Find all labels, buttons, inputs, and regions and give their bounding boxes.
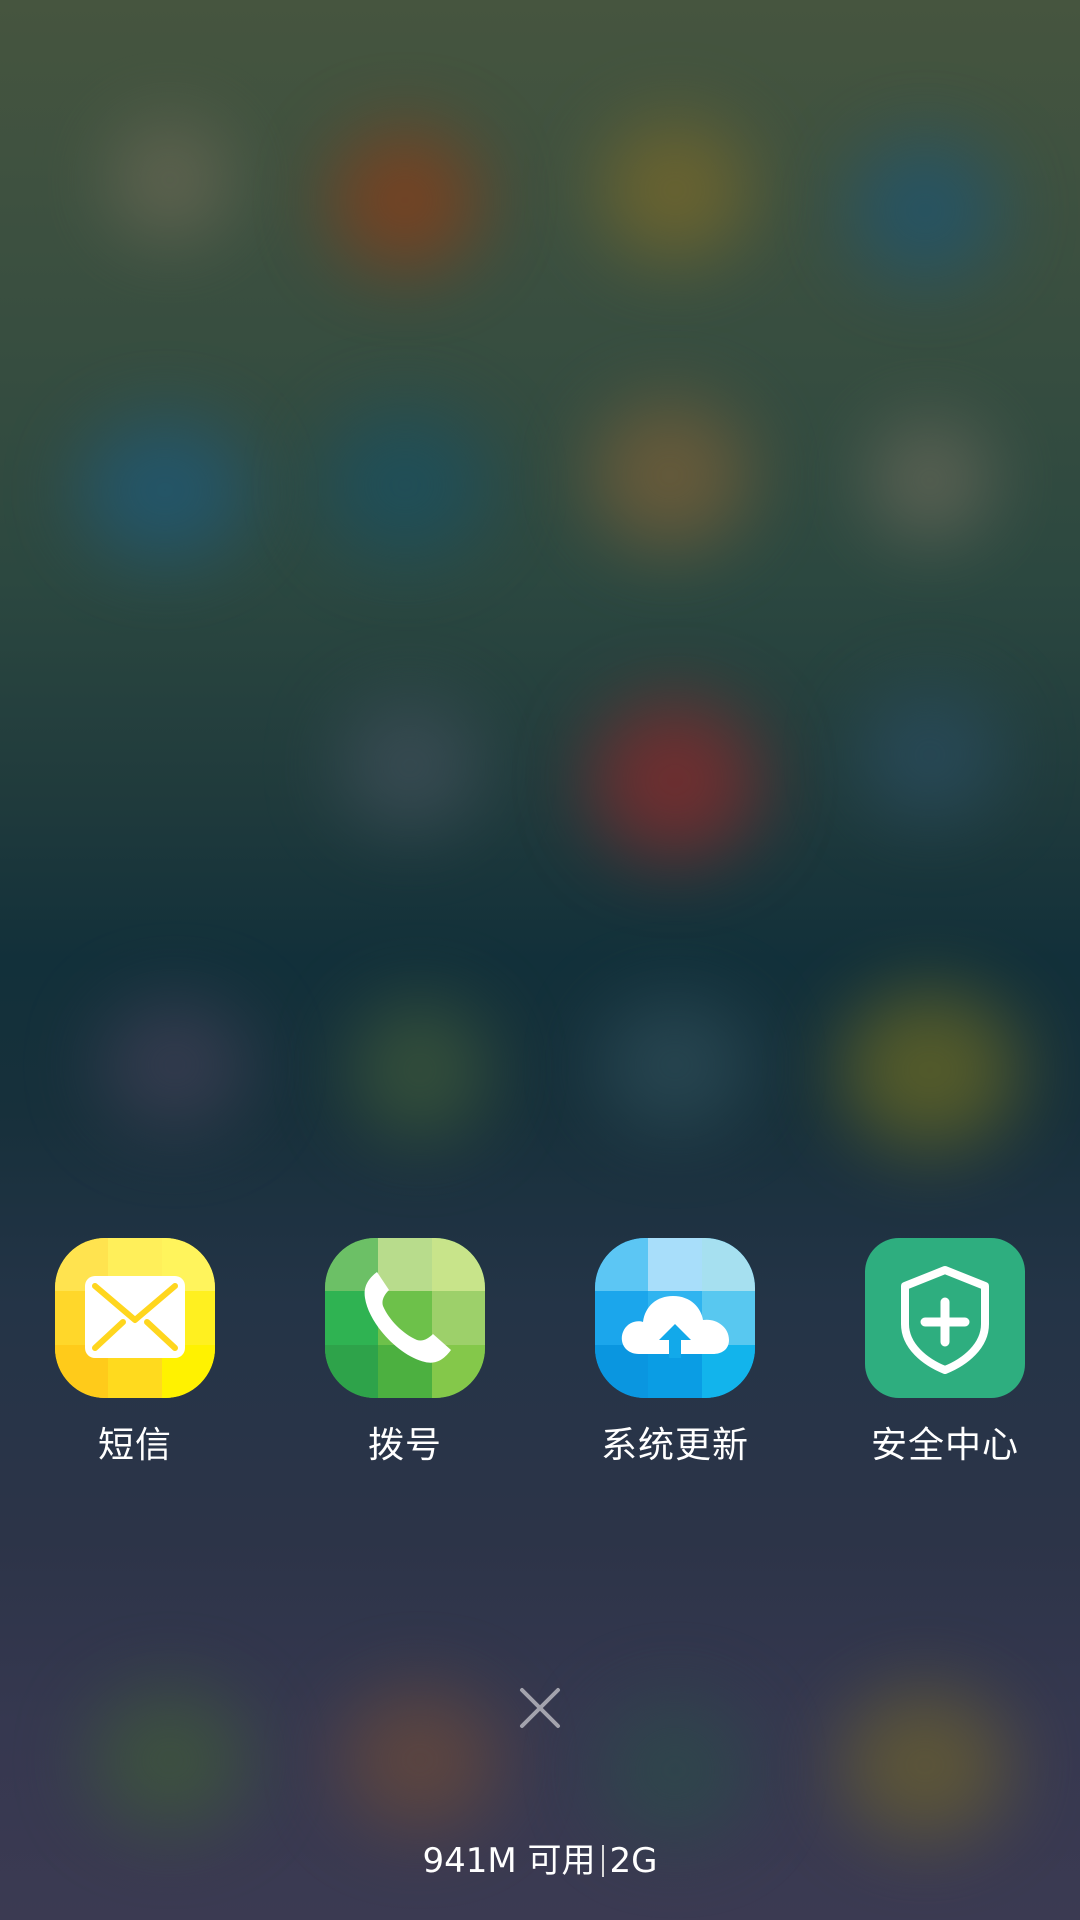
memory-separator (601, 1845, 604, 1877)
recent-app-sms[interactable]: 短信 (25, 1238, 245, 1478)
recent-app-system-update[interactable]: 系统更新 (565, 1238, 785, 1478)
recent-apps-row: 短信 拨号 系统更新 安全中心 (0, 1238, 1080, 1478)
shield-plus-icon (865, 1238, 1025, 1398)
phone-handset-icon (325, 1238, 485, 1398)
app-label-dialer: 拨号 (367, 1425, 442, 1466)
recent-app-security-center[interactable]: 安全中心 (835, 1238, 1055, 1478)
envelope-icon (55, 1238, 215, 1398)
memory-status: 941M 可用 2G (0, 1833, 1080, 1882)
cloud-upload-icon (595, 1238, 755, 1398)
clear-all-button[interactable] (500, 1668, 580, 1748)
app-label-security-center: 安全中心 (870, 1425, 1019, 1466)
app-label-sms: 短信 (97, 1425, 172, 1466)
app-label-system-update: 系统更新 (600, 1425, 749, 1466)
memory-available: 941M 可用 (422, 1841, 596, 1881)
recent-apps-screen: 短信 拨号 系统更新 安全中心 941M 可用 2G (0, 0, 1080, 1920)
recent-app-dialer[interactable]: 拨号 (295, 1238, 515, 1478)
close-icon (520, 1688, 560, 1728)
memory-total: 2G (609, 1841, 658, 1881)
